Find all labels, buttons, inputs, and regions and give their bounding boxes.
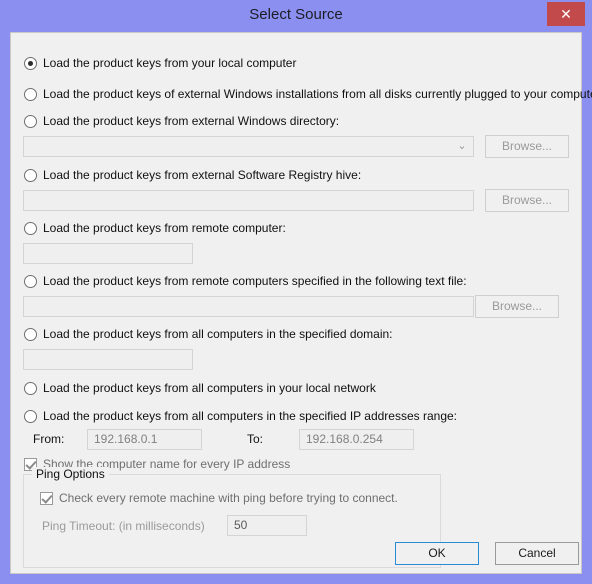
remote-text-file-input[interactable] <box>23 296 474 317</box>
window-title: Select Source <box>249 6 343 23</box>
radio-label-remote-computers-file: Load the product keys from remote comput… <box>43 274 467 288</box>
radio-indicator-external-registry-hive[interactable] <box>24 169 37 182</box>
radio-indicator-local-network[interactable] <box>24 382 37 395</box>
remote-computer-input[interactable] <box>23 243 193 264</box>
radio-indicator-external-windows-dir[interactable] <box>24 115 37 128</box>
title-bar: Select Source ✕ <box>0 0 592 32</box>
windows-directory-combo[interactable]: ⌄ <box>23 136 474 157</box>
cancel-button[interactable]: Cancel <box>495 542 579 565</box>
radio-label-ip-range: Load the product keys from all computers… <box>43 409 458 423</box>
radio-label-local-network: Load the product keys from all computers… <box>43 381 376 395</box>
radio-label-remote-computer: Load the product keys from remote comput… <box>43 221 286 235</box>
browse-registry-hive-button[interactable]: Browse... <box>485 189 569 212</box>
radio-label-external-windows-dir: Load the product keys from external Wind… <box>43 114 340 128</box>
browse-windows-directory-button[interactable]: Browse... <box>485 135 569 158</box>
close-icon[interactable]: ✕ <box>547 2 585 26</box>
radio-label-specified-domain: Load the product keys from all computers… <box>43 327 393 341</box>
ping-options-group-title: Ping Options <box>32 467 109 481</box>
checkbox-indicator-check-with-ping[interactable] <box>40 492 53 505</box>
radio-indicator-remote-computers-file[interactable] <box>24 275 37 288</box>
ip-from-input[interactable]: 192.168.0.1 <box>87 429 202 450</box>
radio-indicator-specified-domain[interactable] <box>24 328 37 341</box>
check-with-ping-label: Check every remote machine with ping bef… <box>59 491 398 505</box>
registry-hive-input[interactable] <box>23 190 474 211</box>
domain-input[interactable] <box>23 349 193 370</box>
ping-timeout-input[interactable]: 50 <box>227 515 307 536</box>
browse-remote-text-file-button[interactable]: Browse... <box>475 295 559 318</box>
radio-label-external-windows-disks: Load the product keys of external Window… <box>43 87 592 101</box>
ip-to-label: To: <box>247 432 264 446</box>
select-source-dialog: Select Source ✕ Load the product keys fr… <box>0 0 592 584</box>
ip-to-input[interactable]: 192.168.0.254 <box>299 429 414 450</box>
ok-button[interactable]: OK <box>395 542 479 565</box>
ping-timeout-label: Ping Timeout: (in milliseconds) <box>42 519 205 533</box>
radio-label-local-computer: Load the product keys from your local co… <box>43 56 297 70</box>
radio-indicator-ip-range[interactable] <box>24 410 37 423</box>
chevron-down-icon[interactable]: ⌄ <box>451 137 473 156</box>
ping-options-group: Ping Options Check every remote machine … <box>23 467 441 568</box>
radio-indicator-remote-computer[interactable] <box>24 222 37 235</box>
ip-from-label: From: <box>33 432 65 446</box>
dialog-body: Load the product keys from your local co… <box>10 32 592 574</box>
radio-indicator-local-computer[interactable] <box>24 57 37 70</box>
radio-indicator-external-windows-disks[interactable] <box>24 88 37 101</box>
radio-label-external-registry-hive: Load the product keys from external Soft… <box>43 168 362 182</box>
